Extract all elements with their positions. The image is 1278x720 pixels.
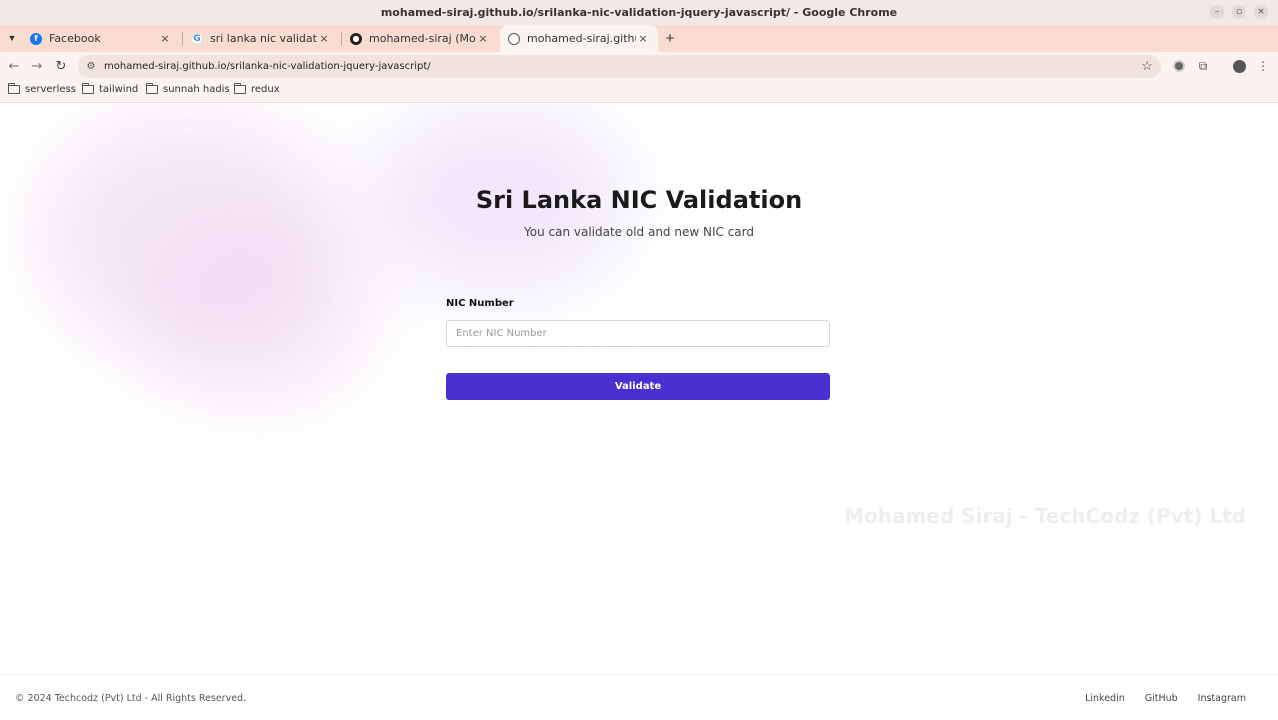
nic-number-label: NIC Number <box>446 298 514 309</box>
footer-link-instagram[interactable]: Instagram <box>1198 693 1246 704</box>
copyright-text: © 2024 Techcodz (Pvt) Ltd - All Rights R… <box>15 693 247 704</box>
globe-icon <box>508 32 520 45</box>
bookmark-label: sunnah hadis <box>163 84 230 95</box>
tab-search-chevron-icon[interactable]: ▼ <box>4 29 20 47</box>
close-tab-icon[interactable]: × <box>158 32 172 45</box>
google-icon: G <box>191 32 203 45</box>
back-arrow-icon[interactable]: ← <box>5 57 23 75</box>
window-controls: – ▫ × <box>1210 5 1268 19</box>
github-icon: ● <box>350 32 362 45</box>
footer-links: Linkedin GitHub Instagram <box>1085 693 1246 704</box>
new-tab-icon[interactable]: + <box>662 29 678 47</box>
reload-icon[interactable]: ↻ <box>52 57 70 75</box>
site-settings-icon[interactable]: ⚙ <box>84 61 98 72</box>
browser-toolbar: ← → ↻ ⚙ mohamed-siraj.github.io/srilanka… <box>0 52 1278 80</box>
close-tab-icon[interactable]: × <box>476 32 490 45</box>
restore-icon[interactable]: ▫ <box>1232 5 1246 19</box>
folder-icon <box>81 83 94 94</box>
tab-facebook[interactable]: f Facebook × <box>22 25 180 52</box>
tab-github-profile[interactable]: ● mohamed-siraj (Moham × <box>342 25 498 52</box>
facebook-icon: f <box>30 32 42 45</box>
page-title: Sri Lanka NIC Validation <box>475 186 803 214</box>
bookmark-label: redux <box>251 84 280 95</box>
bookmarks-bar: serverless tailwind sunnah hadis redux <box>0 80 1278 103</box>
minimize-icon[interactable]: – <box>1210 5 1224 19</box>
bookmark-star-icon[interactable]: ☆ <box>1141 58 1153 74</box>
tab-label: mohamed-siraj (Moham <box>369 32 476 45</box>
footer-link-github[interactable]: GitHub <box>1145 693 1178 704</box>
tab-label: Facebook <box>49 32 101 45</box>
forward-arrow-icon[interactable]: → <box>28 57 46 75</box>
nic-number-input[interactable] <box>446 320 830 347</box>
extension-circle-icon[interactable] <box>1171 58 1187 74</box>
address-bar[interactable]: ⚙ mohamed-siraj.github.io/srilanka-nic-v… <box>78 55 1161 78</box>
tab-label: sri lanka nic validation jq <box>210 32 317 45</box>
close-tab-icon[interactable]: × <box>636 32 650 45</box>
tab-strip: ▼ f Facebook × G sri lanka nic validatio… <box>0 25 1278 52</box>
validate-button[interactable]: Validate <box>446 373 830 400</box>
extensions-puzzle-icon[interactable]: ⧉ <box>1195 58 1211 74</box>
bookmark-tailwind[interactable]: tailwind <box>81 83 139 95</box>
watermark-text: Mohamed Siraj - TechCodz (Pvt) Ltd <box>844 504 1246 528</box>
background-blob <box>150 224 370 404</box>
bookmark-serverless[interactable]: serverless <box>7 83 77 95</box>
window-titlebar: mohamed-siraj.github.io/srilanka-nic-val… <box>0 0 1278 25</box>
folder-icon <box>7 83 20 94</box>
window-title: mohamed-siraj.github.io/srilanka-nic-val… <box>380 6 898 19</box>
page-content: Sri Lanka NIC Validation You can validat… <box>0 104 1278 720</box>
footer-link-linkedin[interactable]: Linkedin <box>1085 693 1125 704</box>
menu-kebab-icon[interactable]: ⋮ <box>1255 58 1271 74</box>
close-window-icon[interactable]: × <box>1254 5 1268 19</box>
tab-google-search[interactable]: G sri lanka nic validation jq × <box>183 25 339 52</box>
address-url[interactable]: mohamed-siraj.github.io/srilanka-nic-val… <box>104 61 431 72</box>
bookmark-redux[interactable]: redux <box>233 83 280 95</box>
page-subtitle: You can validate old and new NIC card <box>524 225 754 239</box>
folder-icon <box>233 83 246 94</box>
bookmark-sunnah-hadis[interactable]: sunnah hadis <box>145 83 230 95</box>
profile-avatar-icon[interactable] <box>1231 58 1247 74</box>
tab-label: mohamed-siraj.github.io <box>527 32 636 45</box>
close-tab-icon[interactable]: × <box>317 32 331 45</box>
bookmark-label: serverless <box>25 84 77 95</box>
footer: © 2024 Techcodz (Pvt) Ltd - All Rights R… <box>0 674 1278 720</box>
bookmark-label: tailwind <box>99 84 139 95</box>
folder-icon <box>145 83 158 94</box>
tab-active-nic-validation[interactable]: mohamed-siraj.github.io × <box>500 25 658 52</box>
